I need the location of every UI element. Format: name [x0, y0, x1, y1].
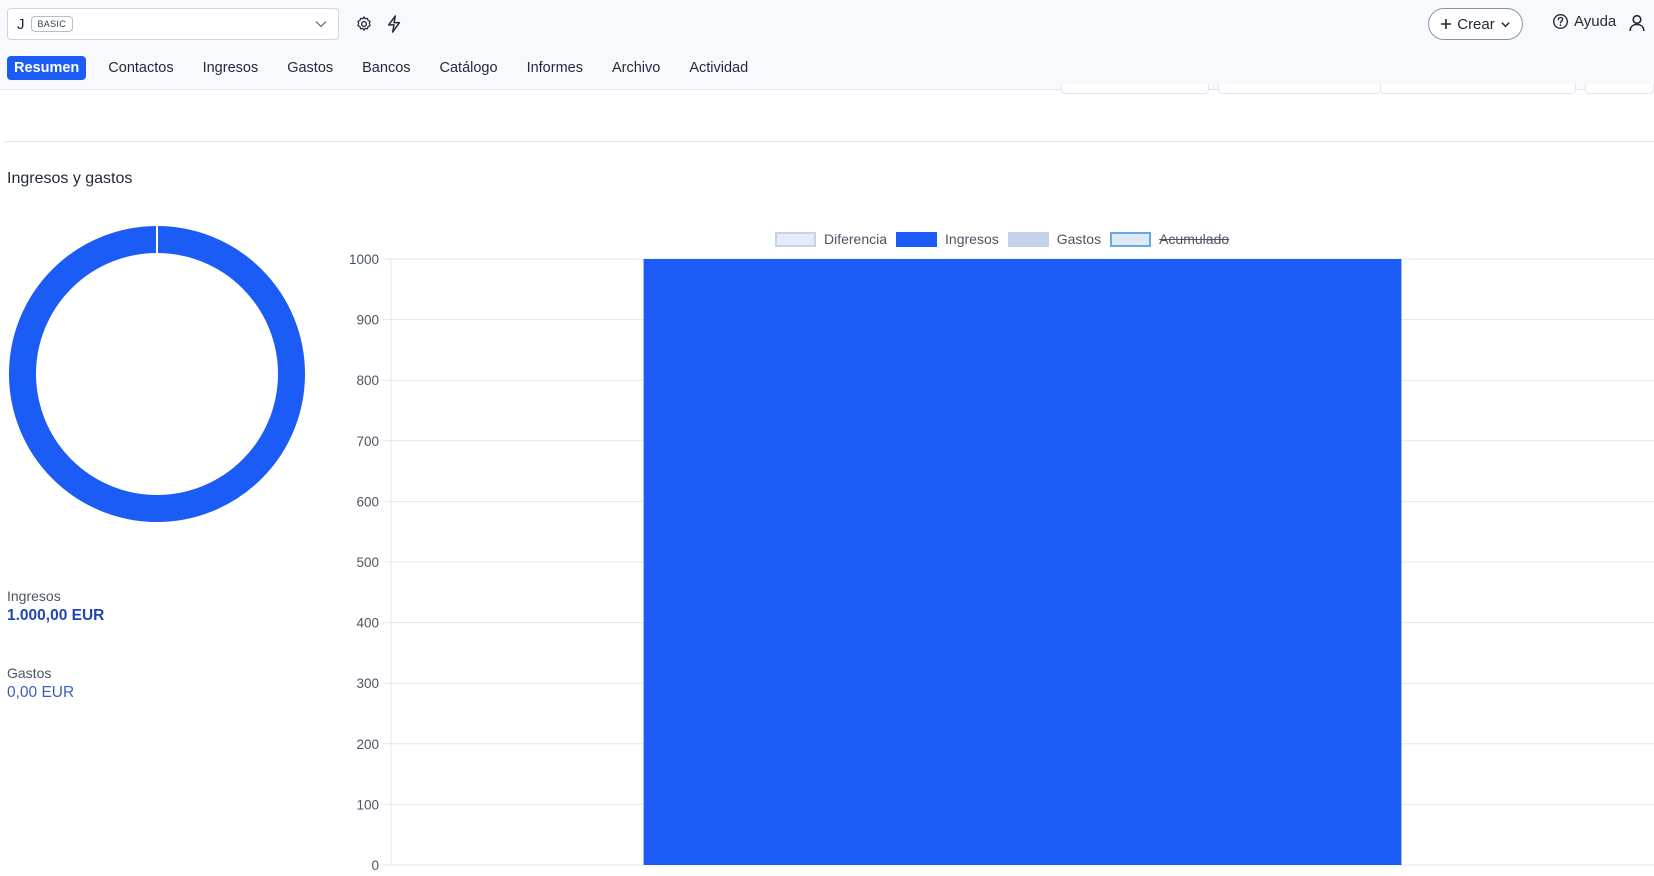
income-value: 1.000,00 EUR — [7, 607, 105, 624]
income-expense-donut — [9, 225, 305, 522]
tab-catalogo[interactable]: Catálogo — [433, 56, 505, 80]
tab-ingresos[interactable]: Ingresos — [196, 56, 266, 80]
tab-contactos[interactable]: Contactos — [101, 56, 180, 80]
create-button[interactable]: Crear — [1428, 8, 1523, 40]
chevron-down-icon — [315, 21, 327, 28]
section-divider — [5, 141, 1654, 142]
top-bar: J BASIC Crear Ayuda Resumen Contactos In… — [0, 0, 1654, 90]
y-tick-label: 400 — [356, 616, 379, 631]
y-tick-label: 100 — [356, 797, 379, 812]
lightning-icon — [387, 15, 401, 33]
create-button-label: Crear — [1457, 15, 1495, 33]
plan-badge: BASIC — [30, 16, 74, 32]
tab-resumen[interactable]: Resumen — [7, 56, 87, 80]
y-tick-label: 1000 — [349, 252, 379, 267]
tab-archivo[interactable]: Archivo — [605, 56, 667, 80]
income-expense-bar-chart: 0 100 200 300 400 500 600 700 800 900 1000 — [349, 252, 1654, 873]
quick-actions-button[interactable] — [384, 14, 404, 34]
gear-icon — [357, 16, 371, 31]
y-tick-label: 500 — [356, 555, 379, 570]
user-icon — [1629, 14, 1645, 32]
y-tick-label: 200 — [356, 737, 379, 752]
tab-gastos[interactable]: Gastos — [280, 56, 340, 80]
y-tick-label: 600 — [356, 494, 379, 509]
income-label: Ingresos — [7, 588, 61, 604]
expense-label: Gastos — [7, 665, 52, 681]
income-summary: Ingresos 1.000,00 EUR — [7, 588, 104, 625]
y-tick-label: 700 — [356, 434, 379, 449]
toolbar-control[interactable] — [1380, 84, 1576, 94]
help-label: Ayuda — [1574, 13, 1617, 30]
help-circle-icon — [1553, 14, 1568, 29]
plus-icon — [1441, 19, 1452, 29]
section-title: Ingresos y gastos — [7, 170, 133, 187]
y-tick-label: 300 — [356, 676, 379, 691]
settings-icon[interactable] — [354, 14, 374, 34]
tab-actividad[interactable]: Actividad — [682, 56, 755, 80]
toolbar-control[interactable] — [1061, 84, 1209, 94]
bar-ingresos[interactable] — [643, 259, 1402, 865]
tab-bancos[interactable]: Bancos — [355, 56, 417, 80]
main-tabs: Resumen Contactos Ingresos Gastos Bancos Catá… — [7, 56, 770, 80]
toolbar-control[interactable] — [1218, 84, 1381, 94]
chevron-down-icon — [1501, 21, 1510, 27]
company-initial: J — [17, 15, 25, 33]
y-tick-label: 900 — [356, 313, 379, 328]
y-tick-label: 0 — [371, 858, 379, 873]
tab-informes[interactable]: Informes — [520, 56, 590, 80]
help-button[interactable]: Ayuda — [1552, 13, 1616, 30]
donut-slice — [9, 226, 305, 522]
y-tick-label: 800 — [356, 373, 379, 388]
expense-value: 0,00 EUR — [7, 684, 75, 701]
toolbar-control[interactable] — [1585, 84, 1654, 94]
user-menu-button[interactable] — [1629, 14, 1645, 37]
company-selector[interactable]: J BASIC — [7, 8, 339, 40]
expense-summary: Gastos 0,00 EUR — [7, 665, 74, 702]
